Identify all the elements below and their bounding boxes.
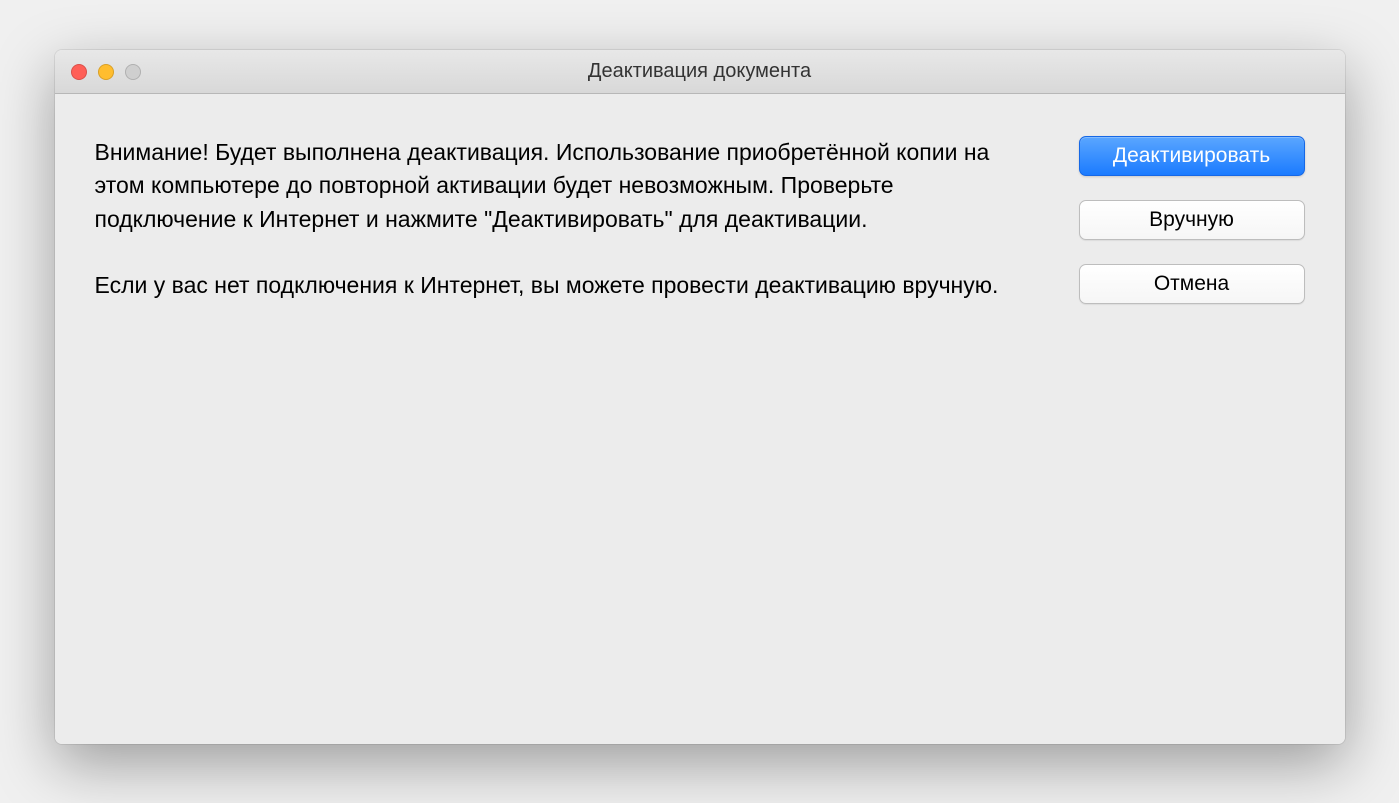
message-paragraph-1: Внимание! Будет выполнена деактивация. И…: [95, 139, 996, 232]
maximize-icon: [125, 64, 141, 80]
dialog-content: Внимание! Будет выполнена деактивация. И…: [55, 94, 1345, 744]
message-paragraph-2: Если у вас нет подключения к Интернет, в…: [95, 272, 999, 298]
titlebar: Деактивация документа: [55, 50, 1345, 94]
manual-button[interactable]: Вручную: [1079, 200, 1305, 240]
dialog-window: Деактивация документа Внимание! Будет вы…: [55, 50, 1345, 744]
button-column: Деактивировать Вручную Отмена: [1079, 136, 1305, 684]
cancel-button[interactable]: Отмена: [1079, 264, 1305, 304]
traffic-lights: [55, 64, 141, 80]
message-text: Внимание! Будет выполнена деактивация. И…: [95, 136, 1039, 684]
window-title: Деактивация документа: [55, 60, 1345, 83]
close-icon[interactable]: [71, 64, 87, 80]
minimize-icon[interactable]: [98, 64, 114, 80]
deactivate-button[interactable]: Деактивировать: [1079, 136, 1305, 176]
